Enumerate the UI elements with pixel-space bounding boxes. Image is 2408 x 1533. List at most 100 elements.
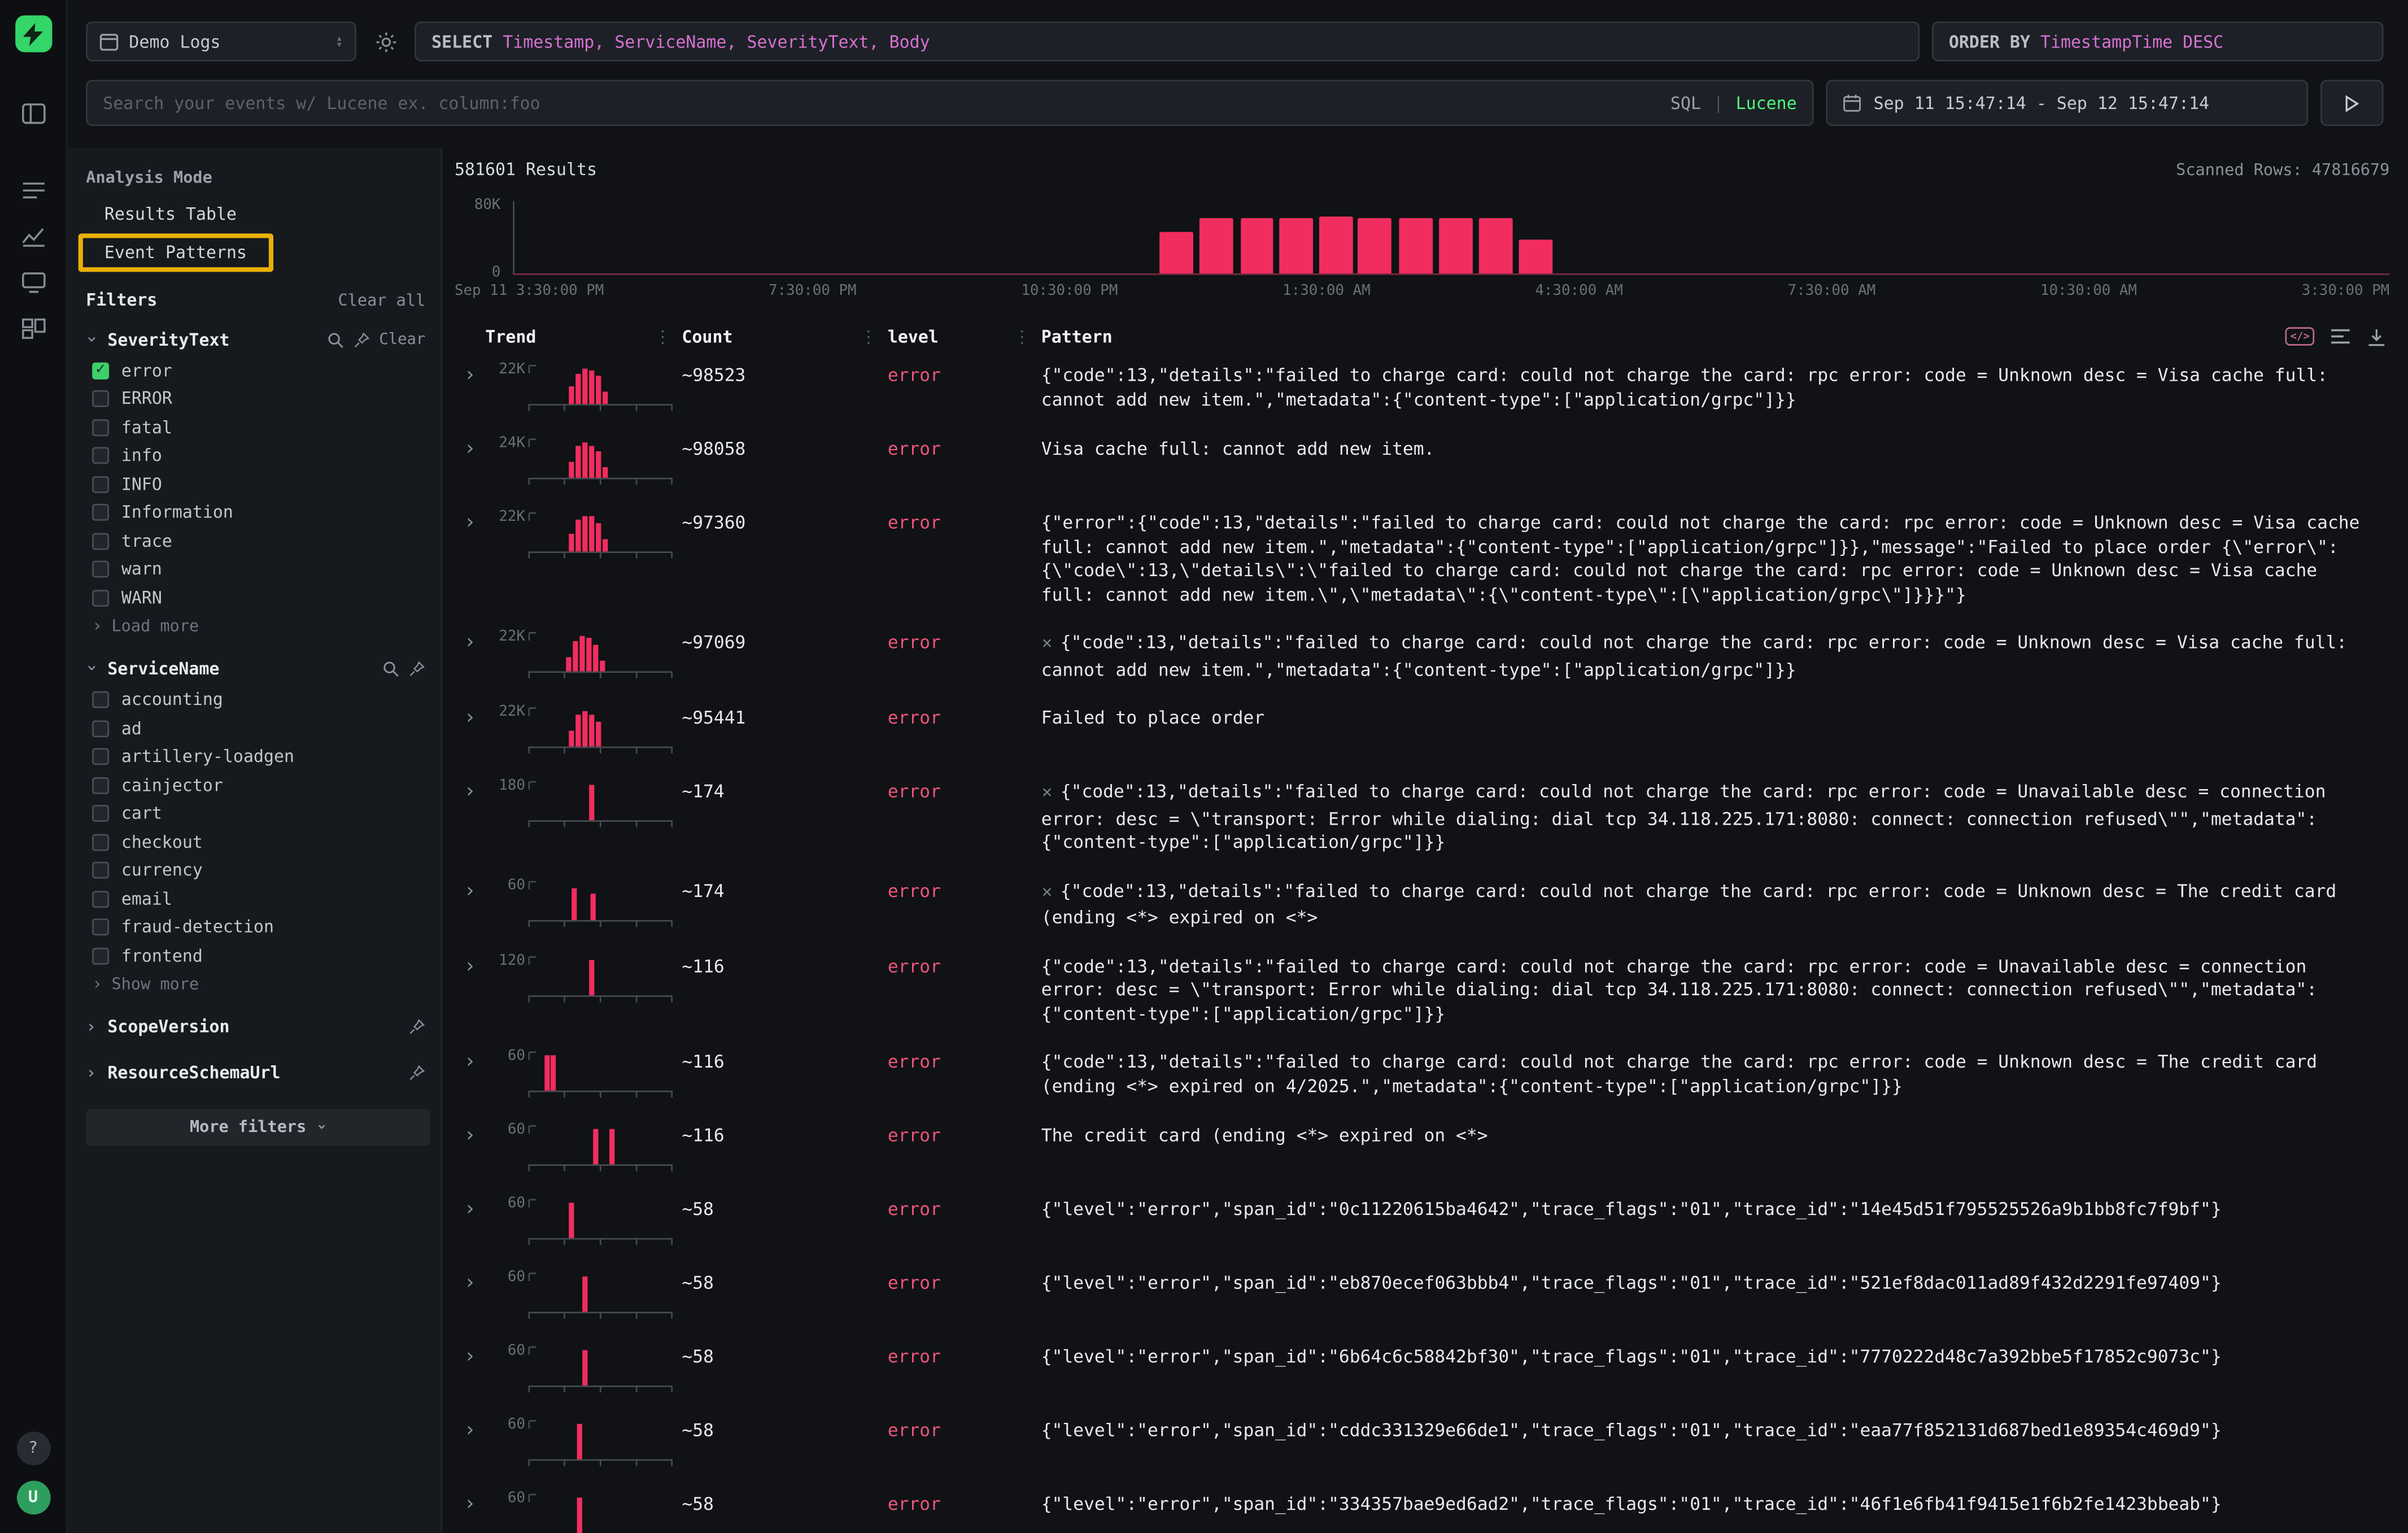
filter-option-warn[interactable]: warn bbox=[86, 555, 425, 583]
pin-icon[interactable] bbox=[353, 331, 370, 348]
app-logo[interactable] bbox=[15, 15, 51, 52]
column-header-trend[interactable]: Trend⋮ bbox=[485, 326, 682, 346]
checkbox[interactable] bbox=[92, 947, 109, 964]
date-range-picker[interactable]: Sep 11 15:47:14 - Sep 12 15:47:14 bbox=[1826, 80, 2308, 126]
expand-row-icon[interactable]: › bbox=[455, 364, 485, 387]
chart-explorer-icon[interactable] bbox=[11, 215, 54, 258]
histogram-bar[interactable] bbox=[1358, 217, 1392, 273]
expand-row-icon[interactable]: › bbox=[455, 1198, 485, 1221]
filter-option-INFO[interactable]: INFO bbox=[86, 470, 425, 498]
checkbox[interactable] bbox=[92, 720, 109, 737]
lucene-language-toggle[interactable]: Lucene bbox=[1736, 93, 1797, 113]
pattern-row[interactable]: ›24K~98058errorVisa cache full: cannot a… bbox=[455, 427, 2389, 501]
filter-option-fraud-detection[interactable]: fraud-detection bbox=[86, 913, 425, 942]
expand-row-icon[interactable]: › bbox=[455, 438, 485, 461]
gear-icon[interactable] bbox=[369, 21, 403, 62]
pattern-row[interactable]: ›60~58error{"level":"error","span_id":"0… bbox=[455, 1187, 2389, 1261]
checkbox[interactable] bbox=[92, 504, 109, 521]
pattern-row[interactable]: ›22K~97069error✕{"code":13,"details":"fa… bbox=[455, 621, 2389, 696]
filter-option-ad[interactable]: ad bbox=[86, 715, 425, 743]
filter-option-checkout[interactable]: checkout bbox=[86, 828, 425, 856]
user-avatar[interactable]: U bbox=[16, 1481, 50, 1515]
load-more-button[interactable]: ›Show more bbox=[86, 970, 425, 998]
source-select[interactable]: Demo Logs ▴▾ bbox=[86, 21, 356, 62]
search-logs-icon[interactable] bbox=[11, 169, 54, 212]
more-filters-button[interactable]: More filters › bbox=[86, 1108, 430, 1145]
filter-group-header[interactable]: ›ServiceName bbox=[86, 652, 425, 686]
pin-icon[interactable] bbox=[408, 1018, 425, 1035]
clear-filter-button[interactable]: Clear bbox=[379, 331, 425, 348]
pattern-row[interactable]: ›60~58error{"level":"error","span_id":"e… bbox=[455, 1261, 2389, 1335]
dashboards-grid-icon[interactable] bbox=[11, 307, 54, 350]
checkbox[interactable] bbox=[92, 561, 109, 578]
filter-option-WARN[interactable]: WARN bbox=[86, 583, 425, 612]
mode-event-patterns[interactable]: Event Patterns bbox=[78, 233, 273, 272]
select-query-input[interactable]: SELECT Timestamp, ServiceName, SeverityT… bbox=[415, 21, 1920, 62]
load-more-button[interactable]: ›Load more bbox=[86, 612, 425, 640]
filter-option-frontend[interactable]: frontend bbox=[86, 942, 425, 970]
pattern-row[interactable]: ›60~58error{"level":"error","span_id":"3… bbox=[455, 1482, 2389, 1533]
pattern-row[interactable]: ›60~116errorThe credit card (ending <*> … bbox=[455, 1114, 2389, 1188]
clear-all-filters-button[interactable]: Clear all bbox=[338, 291, 426, 310]
expand-row-icon[interactable]: › bbox=[455, 1493, 485, 1516]
exclude-icon[interactable]: ✕ bbox=[1041, 786, 1053, 802]
filter-option-error[interactable]: ✓error bbox=[86, 356, 425, 385]
expand-row-icon[interactable]: › bbox=[455, 1272, 485, 1295]
filter-group-header[interactable]: ›ResourceSchemaUrl bbox=[86, 1056, 425, 1090]
download-icon[interactable] bbox=[2367, 326, 2387, 346]
checkbox[interactable] bbox=[92, 805, 109, 822]
expand-row-icon[interactable]: › bbox=[455, 1125, 485, 1148]
expand-row-icon[interactable]: › bbox=[455, 1051, 485, 1074]
exclude-icon[interactable]: ✕ bbox=[1041, 638, 1053, 653]
filter-option-artillery-loadgen[interactable]: artillery-loadgen bbox=[86, 743, 425, 771]
checkbox[interactable] bbox=[92, 748, 109, 765]
histogram-bar[interactable] bbox=[1319, 216, 1353, 273]
filter-group-header[interactable]: ›SeverityTextClear bbox=[86, 323, 425, 356]
filter-option-trace[interactable]: trace bbox=[86, 527, 425, 555]
checkbox[interactable] bbox=[92, 919, 109, 936]
help-button[interactable]: ? bbox=[16, 1431, 50, 1465]
expand-row-icon[interactable]: › bbox=[455, 780, 485, 803]
mode-results-table[interactable]: Results Table bbox=[86, 198, 255, 230]
checkbox[interactable] bbox=[92, 419, 109, 436]
checkbox[interactable] bbox=[92, 447, 109, 464]
column-header-level[interactable]: level⋮ bbox=[888, 326, 1041, 346]
filter-option-ERROR[interactable]: ERROR bbox=[86, 385, 425, 413]
filter-option-email[interactable]: email bbox=[86, 885, 425, 913]
filter-option-accounting[interactable]: accounting bbox=[86, 686, 425, 714]
histogram-bar[interactable] bbox=[1520, 239, 1554, 273]
view-json-icon[interactable]: </> bbox=[2285, 327, 2314, 346]
pattern-row[interactable]: ›22K~98523error{"code":13,"details":"fai… bbox=[455, 353, 2389, 427]
exclude-icon[interactable]: ✕ bbox=[1041, 886, 1053, 901]
filter-option-fatal[interactable]: fatal bbox=[86, 413, 425, 442]
checkbox[interactable] bbox=[92, 533, 109, 550]
histogram-bar[interactable] bbox=[1280, 217, 1314, 273]
column-menu-icon[interactable]: ⋮ bbox=[860, 326, 877, 346]
filter-option-currency[interactable]: currency bbox=[86, 856, 425, 885]
column-header-count[interactable]: Count⋮ bbox=[682, 326, 887, 346]
filter-option-Information[interactable]: Information bbox=[86, 498, 425, 526]
filter-group-header[interactable]: ›ScopeVersion bbox=[86, 1010, 425, 1044]
expand-row-icon[interactable]: › bbox=[455, 707, 485, 730]
checkbox[interactable] bbox=[92, 862, 109, 879]
checkbox[interactable] bbox=[92, 590, 109, 607]
pattern-row[interactable]: ›60~116error{"code":13,"details":"failed… bbox=[455, 1040, 2389, 1114]
checkbox[interactable] bbox=[92, 691, 109, 708]
run-query-button[interactable] bbox=[2320, 80, 2383, 126]
sidebar-toggle-icon[interactable] bbox=[11, 92, 54, 135]
histogram-bar[interactable] bbox=[1240, 219, 1274, 273]
row-density-icon[interactable] bbox=[2330, 327, 2351, 346]
expand-row-icon[interactable]: › bbox=[455, 632, 485, 655]
checkbox[interactable] bbox=[92, 390, 109, 407]
pattern-row[interactable]: ›60~58error{"level":"error","span_id":"c… bbox=[455, 1409, 2389, 1483]
pattern-row[interactable]: ›120~116error{"code":13,"details":"faile… bbox=[455, 944, 2389, 1040]
column-menu-icon[interactable]: ⋮ bbox=[1014, 326, 1031, 346]
histogram-bar[interactable] bbox=[1399, 217, 1433, 273]
filter-option-info[interactable]: info bbox=[86, 442, 425, 470]
pattern-row[interactable]: ›180~174error✕{"code":13,"details":"fail… bbox=[455, 769, 2389, 868]
search-input[interactable] bbox=[103, 93, 1658, 113]
pin-icon[interactable] bbox=[408, 660, 425, 677]
column-menu-icon[interactable]: ⋮ bbox=[654, 326, 671, 346]
pattern-row[interactable]: ›22K~97360error{"error":{"code":13,"deta… bbox=[455, 501, 2389, 621]
histogram-bar[interactable] bbox=[1478, 219, 1512, 273]
